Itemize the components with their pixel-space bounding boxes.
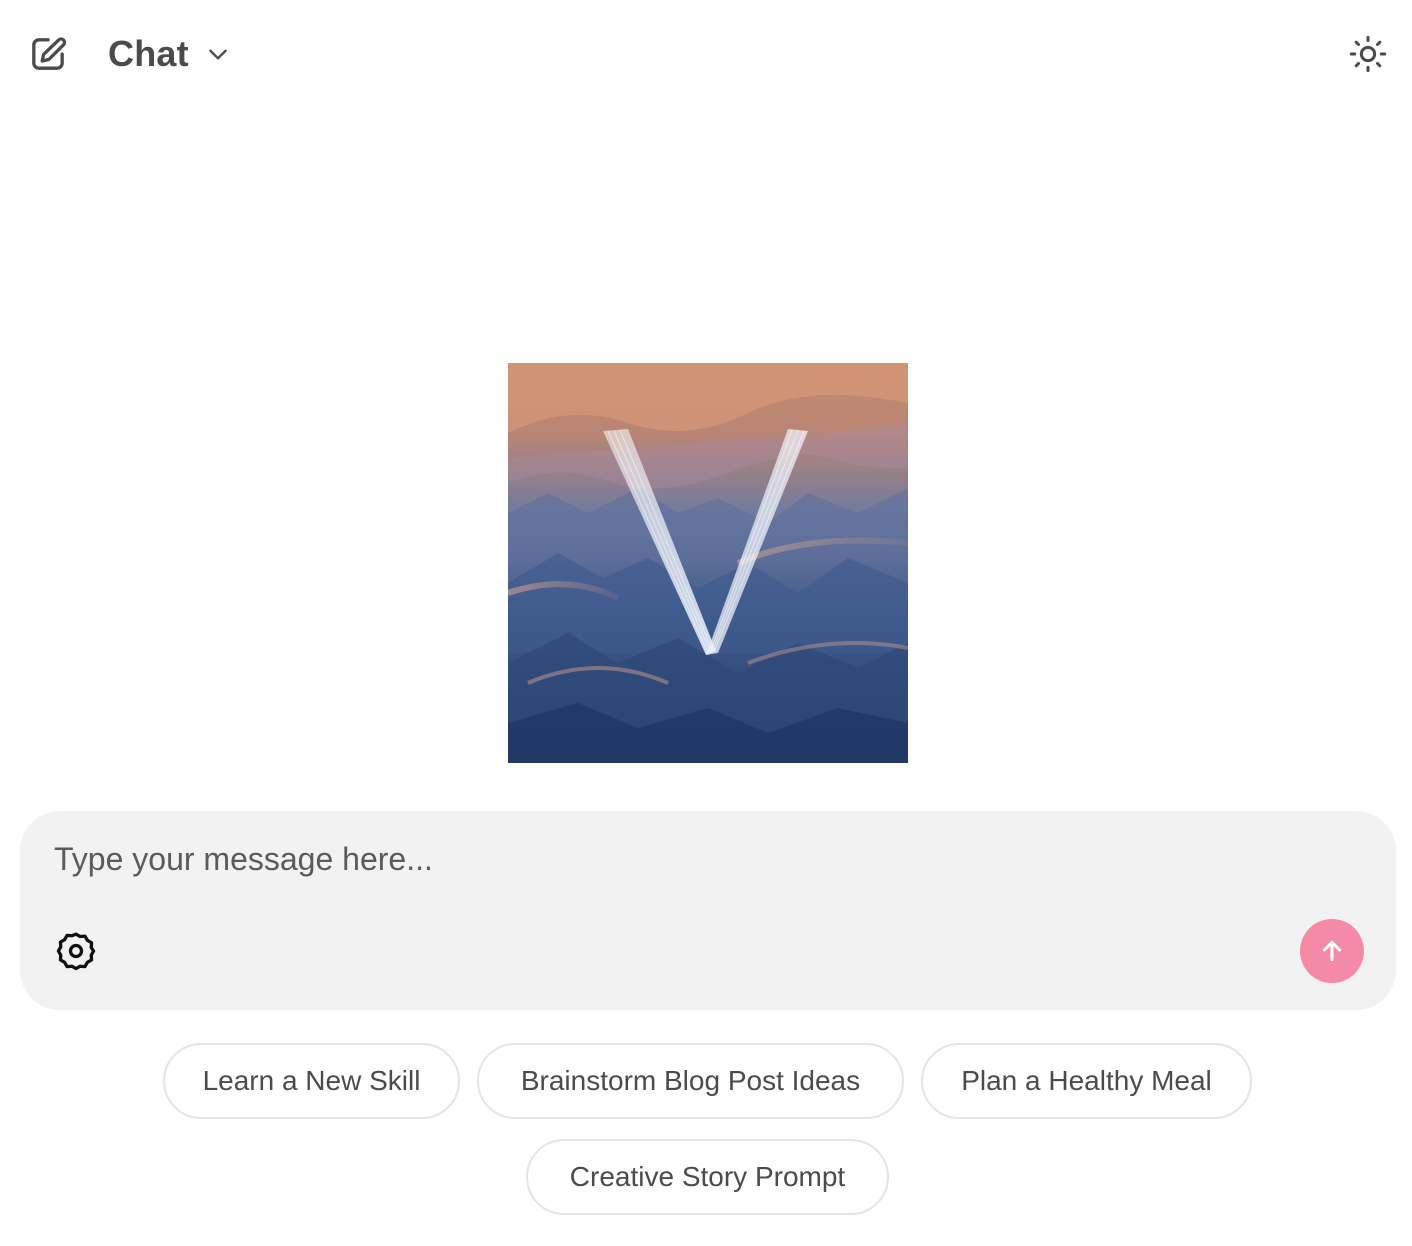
edit-pencil-square-icon bbox=[32, 37, 67, 70]
gear-icon bbox=[56, 932, 96, 971]
theme-toggle-button[interactable] bbox=[1346, 32, 1390, 76]
model-label: Chat bbox=[108, 33, 189, 74]
chevron-down-icon bbox=[205, 41, 231, 67]
top-bar: Chat bbox=[0, 0, 1412, 108]
new-chat-button[interactable] bbox=[26, 32, 70, 76]
message-input[interactable] bbox=[54, 835, 1354, 883]
send-button[interactable] bbox=[1300, 919, 1364, 983]
suggestion-chip-story-prompt[interactable]: Creative Story Prompt bbox=[526, 1139, 889, 1215]
suggestion-chip-healthy-meal[interactable]: Plan a Healthy Meal bbox=[921, 1043, 1252, 1119]
settings-button[interactable] bbox=[52, 927, 100, 975]
suggestion-chip-blog-ideas[interactable]: Brainstorm Blog Post Ideas bbox=[477, 1043, 904, 1119]
model-selector[interactable]: Chat bbox=[108, 30, 231, 78]
app-logo-image bbox=[508, 363, 908, 763]
suggestion-chip-learn-skill[interactable]: Learn a New Skill bbox=[163, 1043, 460, 1119]
arrow-up-icon bbox=[1322, 940, 1342, 962]
sun-icon bbox=[1349, 35, 1387, 73]
message-composer bbox=[20, 811, 1396, 1010]
